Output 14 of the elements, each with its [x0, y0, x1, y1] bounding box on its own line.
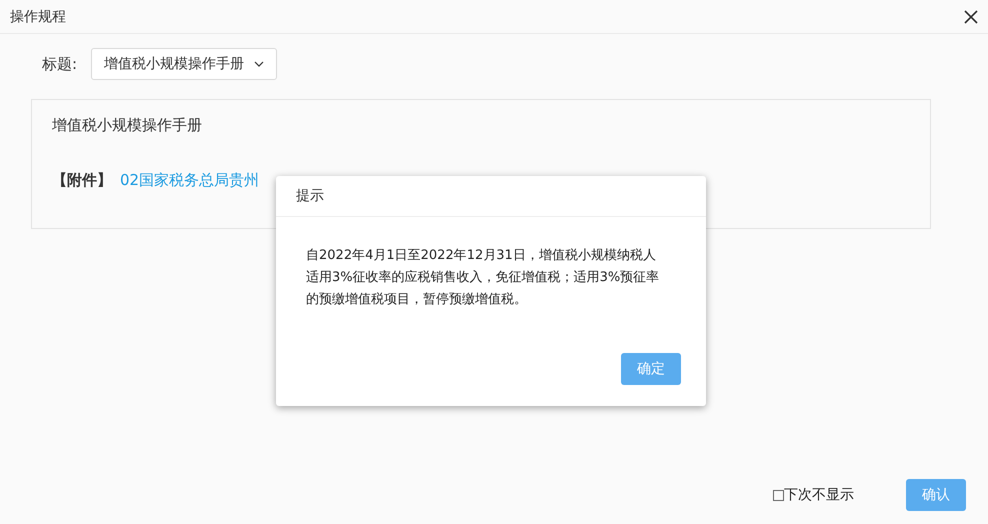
- close-icon[interactable]: [964, 10, 978, 24]
- field-label: 标题:: [42, 54, 78, 74]
- attachment-label: 【附件】: [52, 171, 112, 190]
- attachment-link[interactable]: 02国家税务总局贵州: [120, 171, 260, 190]
- confirm-button[interactable]: 确认: [906, 479, 966, 511]
- dont-show-again-checkbox[interactable]: 下次不显示: [773, 486, 854, 504]
- title-dropdown[interactable]: 增值税小规模操作手册: [91, 48, 278, 80]
- ok-button[interactable]: 确定: [621, 353, 681, 385]
- window-title: 操作规程: [10, 8, 66, 26]
- document-title: 增值税小规模操作手册: [52, 116, 203, 135]
- caret-icon[interactable]: [254, 61, 264, 67]
- dialog-title: 提示: [296, 187, 324, 205]
- checkbox-icon[interactable]: [773, 490, 784, 500]
- dialog-message: 自2022年4月1日至2022年12月31日，增值税小规模纳税人适用3%征收率的应税销售收入，免征增值税；适用3%预征率的预缴增值税项目，暂停预缴增值税。: [306, 247, 660, 309]
